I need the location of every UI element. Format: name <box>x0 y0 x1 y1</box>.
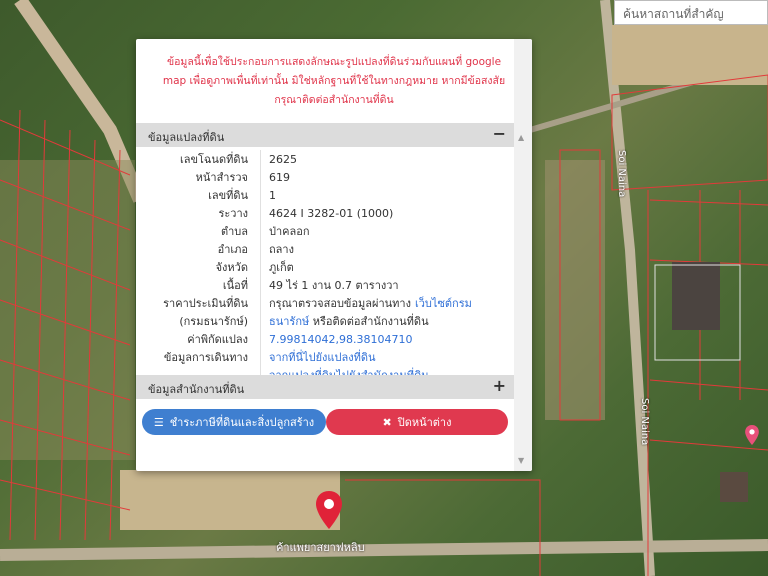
road-label: Soi Naina <box>639 398 650 446</box>
info-value: จากที่นี่ไปยังแปลงที่ดิน <box>260 348 514 366</box>
info-label: จังหวัด <box>215 261 248 274</box>
info-value: 49 ไร่ 1 งาน 0.7 ตารางวา <box>260 276 514 294</box>
value-text: 4624 I 3282-01 (1000) <box>269 206 394 220</box>
info-value: ถลาง <box>260 240 514 258</box>
info-row: เนื้อที่ 49 ไร่ 1 งาน 0.7 ตารางวา <box>136 276 514 294</box>
pay-land-tax-button[interactable]: ☰ ชำระภาษีที่ดินและสิ่งปลูกสร้าง <box>142 409 326 435</box>
info-row: ราคาประเมินที่ดิน กรุณาตรวจสอบข้อมูลผ่านท… <box>136 294 514 312</box>
legal-notice: ข้อมูลนี้เพื่อใช้ประกอบการแสดงลักษณะรูปแ… <box>162 56 506 106</box>
info-label: ราคาประเมินที่ดิน <box>163 297 248 310</box>
list-icon: ☰ <box>153 415 164 429</box>
info-row: เลขที่ดิน 1 <box>136 186 514 204</box>
section-land-header[interactable]: ข้อมูลแปลงที่ดิน − <box>136 123 514 147</box>
info-label: ค่าพิกัดแปลง <box>187 333 248 346</box>
info-value: กรุณาตรวจสอบข้อมูลผ่านทาง เว็บไซต์กรม <box>260 294 514 312</box>
info-label: ตำบล <box>220 225 248 238</box>
close-window-button[interactable]: ✖ ปิดหน้าต่าง <box>326 409 508 435</box>
road-label: Soi Naina <box>616 150 627 198</box>
value-text: 619 <box>269 170 290 184</box>
land-info-popup: × ข้อมูลนี้เพื่อใช้ประกอบการแสดงลักษณะรู… <box>136 39 532 471</box>
value-text: ถลาง <box>269 243 294 256</box>
info-link[interactable]: 7.99814042,98.38104710 <box>269 333 412 346</box>
info-value: ภูเก็ต <box>260 258 514 276</box>
info-row: ค่าพิกัดแปลง 7.99814042,98.38104710 <box>136 330 514 348</box>
pin-label: ค้าแพยาสยาฟหลิบ <box>276 541 365 554</box>
info-label: (กรมธนารักษ์) <box>179 315 248 328</box>
info-row: ระวาง 4624 I 3282-01 (1000) <box>136 204 514 222</box>
info-value: 619 <box>260 168 514 186</box>
value-text: กรุณาตรวจสอบข้อมูลผ่านทาง <box>269 297 411 310</box>
info-value: ธนารักษ์ หรือติดต่อสำนักงานที่ดิน <box>260 312 514 330</box>
value-text: 2625 <box>269 152 297 166</box>
info-label: เนื้อที่ <box>222 279 248 292</box>
info-value: 4624 I 3282-01 (1000) <box>260 204 514 222</box>
button-label: ชำระภาษีที่ดินและสิ่งปลูกสร้าง <box>169 416 315 429</box>
land-info-table: เลขโฉนดที่ดิน 2625 หน้าสำรวจ 619 เลขที่ดิน 1 ร… <box>136 150 514 384</box>
info-row: อำเภอ ถลาง <box>136 240 514 258</box>
info-label: ข้อมูลการเดินทาง <box>163 351 248 364</box>
info-value: ป่าคลอก <box>260 222 514 240</box>
info-label: ระวาง <box>218 207 248 220</box>
info-value: 2625 <box>260 150 514 168</box>
info-link[interactable]: ธนารักษ์ <box>269 315 309 328</box>
info-row: (กรมธนารักษ์) ธนารักษ์ หรือติดต่อสำนักงาน… <box>136 312 514 330</box>
info-row: จังหวัด ภูเก็ต <box>136 258 514 276</box>
scroll-up-icon[interactable]: ▲ <box>518 133 524 142</box>
value-text: 1 <box>269 188 276 202</box>
expand-icon[interactable]: + <box>493 376 506 395</box>
info-row: เลขโฉนดที่ดิน 2625 <box>136 150 514 168</box>
section-title: ข้อมูลสำนักงานที่ดิน <box>148 383 245 396</box>
value-text: หรือติดต่อสำนักงานที่ดิน <box>309 315 429 328</box>
value-text: ป่าคลอก <box>269 225 310 238</box>
info-value: 1 <box>260 186 514 204</box>
value-text: ภูเก็ต <box>269 261 294 274</box>
scroll-down-icon[interactable]: ▼ <box>518 456 524 465</box>
info-label: เลขที่ดิน <box>208 189 248 202</box>
section-title: ข้อมูลแปลงที่ดิน <box>148 131 225 144</box>
value-text: 49 ไร่ 1 งาน 0.7 ตารางวา <box>269 279 399 292</box>
info-link[interactable]: จากที่นี่ไปยังแปลงที่ดิน <box>269 351 375 364</box>
button-label: ปิดหน้าต่าง <box>397 416 452 429</box>
info-link[interactable]: เว็บไซต์กรม <box>415 297 472 310</box>
info-label: อำเภอ <box>217 243 248 256</box>
info-row: ตำบล ป่าคลอก <box>136 222 514 240</box>
info-label: หน้าสำรวจ <box>195 171 248 184</box>
place-search-input[interactable]: ค้นหาสถานที่สำคัญ <box>614 0 768 25</box>
section-office-header[interactable]: ข้อมูลสำนักงานที่ดิน + <box>136 375 514 399</box>
popup-scrollbar[interactable]: ▲ ▼ <box>514 39 532 471</box>
info-label: เลขโฉนดที่ดิน <box>180 153 248 166</box>
collapse-icon[interactable]: − <box>493 124 506 143</box>
info-row: ข้อมูลการเดินทาง จากที่นี่ไปยังแปลงที่ดิน <box>136 348 514 366</box>
info-value: 7.99814042,98.38104710 <box>260 330 514 348</box>
info-row: หน้าสำรวจ 619 <box>136 168 514 186</box>
close-x-icon: ✖ <box>382 415 392 429</box>
